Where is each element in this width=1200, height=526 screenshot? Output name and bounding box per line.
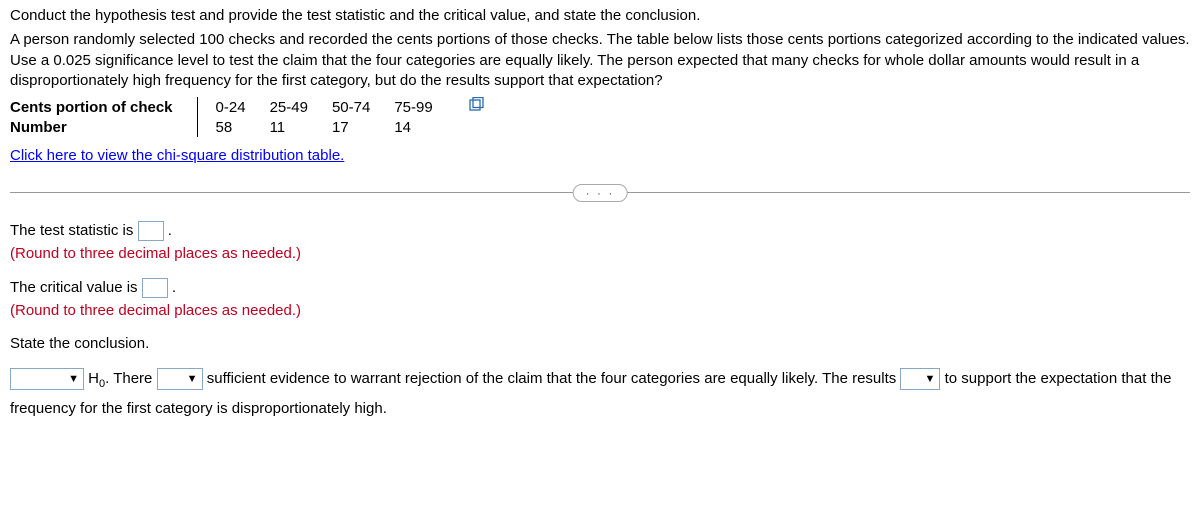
copy-icon[interactable] [469,97,485,111]
value-cell: 17 [332,117,394,137]
chevron-down-icon: ▼ [925,369,936,390]
conclusion-mid-text: sufficient evidence to warrant rejection… [207,370,901,387]
state-conclusion-label: State the conclusion. [10,335,149,352]
rounding-hint: (Round to three decimal places as needed… [10,245,301,262]
category-cell: 25-49 [270,97,332,117]
test-statistic-label: The test statistic is [10,222,138,239]
value-cell: 58 [197,117,270,137]
results-dropdown[interactable]: ▼ [900,368,940,390]
chi-square-table-link[interactable]: Click here to view the chi-square distri… [10,147,344,164]
instruction-line-1: Conduct the hypothesis test and provide … [10,6,1190,26]
chevron-down-icon: ▼ [187,369,198,390]
category-cell: 0-24 [197,97,270,117]
critical-value-input[interactable] [142,278,168,298]
h0-after: . There [105,370,156,387]
conclusion-decision-dropdown[interactable]: ▼ [10,368,84,390]
period: . [172,279,176,296]
critical-value-label: The critical value is [10,279,142,296]
row-label-categories: Cents portion of check [10,97,197,117]
row-label-number: Number [10,117,197,137]
table-row: Cents portion of check 0-24 25-49 50-74 … [10,97,457,117]
chevron-down-icon: ▼ [68,369,79,390]
instruction-line-2: A person randomly selected 100 checks an… [10,30,1190,91]
value-cell: 11 [270,117,332,137]
category-cell: 75-99 [394,97,456,117]
test-statistic-input[interactable] [138,221,164,241]
expand-ellipsis-button[interactable]: · · · [573,184,628,202]
category-cell: 50-74 [332,97,394,117]
period: . [168,222,172,239]
data-table: Cents portion of check 0-24 25-49 50-74 … [10,97,457,137]
value-cell: 14 [394,117,456,137]
evidence-dropdown[interactable]: ▼ [157,368,203,390]
rounding-hint: (Round to three decimal places as needed… [10,302,301,319]
h0-text: H [88,370,99,387]
table-row: Number 58 11 17 14 [10,117,457,137]
